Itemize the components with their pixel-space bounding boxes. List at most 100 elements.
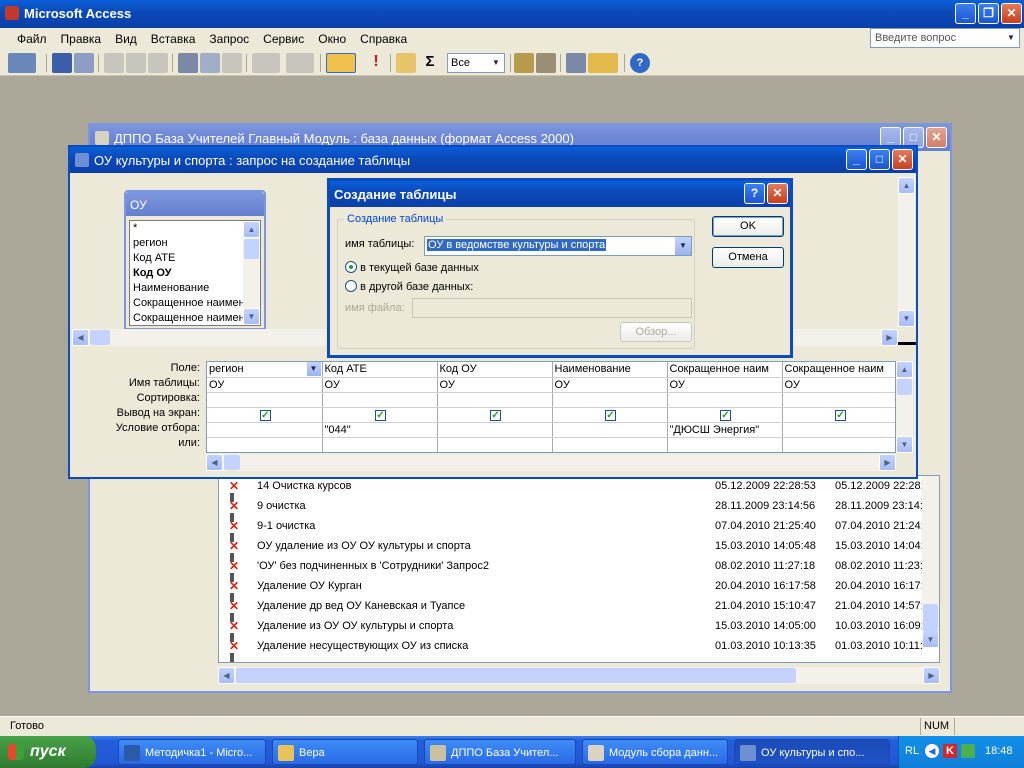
table-pane-vscroll[interactable]: ▲ ▼ (898, 177, 915, 327)
query-list-hscroll[interactable]: ◀ ▶ (218, 667, 940, 684)
query-list-vscroll[interactable]: ▼ (922, 476, 939, 648)
chevron-left-icon[interactable]: ◀ (72, 329, 89, 346)
db-vscroll[interactable] (922, 183, 939, 473)
chevron-down-icon[interactable]: ▼ (243, 308, 260, 325)
grid-cell[interactable] (667, 437, 783, 452)
chevron-right-icon[interactable]: ▶ (879, 454, 896, 471)
menu-view[interactable]: Вид (108, 28, 144, 46)
query-list-item[interactable]: ✕ 14 Очистка курсов 05.12.2009 22:28:53 05.… (219, 476, 929, 502)
menu-insert[interactable]: Вставка (144, 28, 203, 46)
print-icon[interactable] (104, 53, 124, 73)
menu-file[interactable]: Файл (10, 28, 54, 46)
grid-cell[interactable]: регион ▼ (207, 362, 323, 378)
task-database[interactable]: ДППО База Учител... (424, 739, 576, 765)
dialog-close-button[interactable]: ✕ (767, 183, 788, 204)
grid-cell[interactable] (552, 392, 668, 408)
grid-cell[interactable]: "ДЮСШ Энергия" (667, 422, 783, 438)
chevron-up-icon[interactable]: ▲ (243, 221, 260, 238)
search-file-icon[interactable] (74, 53, 94, 73)
menu-tools[interactable]: Сервис (256, 28, 311, 46)
grid-hscroll[interactable]: ◀ ▶ (206, 454, 896, 471)
grid-cell[interactable]: ✓ (782, 407, 895, 423)
grid-cell[interactable] (552, 422, 668, 438)
query-list-item[interactable]: ✕ Удаление ОУ Курган 20.04.2010 16:17:58 20… (219, 576, 924, 602)
field-list-item[interactable]: Сокращенное наимен (130, 311, 244, 325)
start-button[interactable]: пуск (0, 736, 96, 768)
radio-current-db[interactable]: в текущей базе данных (345, 261, 479, 274)
field-list-item[interactable]: Код АТЕ (130, 251, 244, 266)
chevron-down-icon[interactable]: ▼ (898, 310, 915, 327)
file-name-input[interactable] (412, 298, 692, 318)
chevron-left-icon[interactable]: ◀ (206, 454, 223, 471)
field-list-item[interactable]: Код ОУ (130, 266, 244, 281)
task-word[interactable]: Методичка1 - Micro... (118, 739, 266, 765)
show-checkbox[interactable]: ✓ (720, 409, 731, 421)
show-checkbox[interactable]: ✓ (835, 409, 846, 421)
totals-icon[interactable]: Σ (420, 53, 440, 73)
chevron-down-icon[interactable]: ▼ (675, 237, 691, 255)
chevron-up-icon[interactable]: ▲ (896, 361, 913, 378)
minimize-button[interactable]: _ (955, 3, 976, 24)
browse-button[interactable]: Обзор... (620, 322, 692, 342)
properties-icon[interactable] (514, 53, 534, 73)
build-icon[interactable] (536, 53, 556, 73)
new-object-icon[interactable] (588, 53, 618, 73)
show-table-icon[interactable] (396, 53, 416, 73)
field-list-window[interactable]: ОУ * регион Код АТЕ Код ОУ Наименование Сокра… (124, 190, 266, 330)
grid-cell[interactable] (782, 392, 895, 408)
query-type-icon[interactable] (326, 53, 356, 73)
grid-cell[interactable]: ОУ (667, 377, 783, 393)
grid-cell[interactable]: ✓ (207, 407, 323, 423)
scroll-thumb[interactable] (923, 604, 938, 632)
chevron-down-icon[interactable]: ▼ (1003, 29, 1019, 47)
grid-cell[interactable] (207, 437, 323, 452)
show-checkbox[interactable]: ✓ (375, 409, 386, 421)
menu-window[interactable]: Окно (311, 28, 353, 46)
paste-icon[interactable] (222, 53, 242, 73)
grid-cell[interactable]: ОУ (207, 377, 323, 393)
copy-icon[interactable] (200, 53, 220, 73)
radio-button[interactable] (345, 280, 357, 292)
grid-cell[interactable]: ОУ (782, 377, 895, 393)
grid-cell[interactable]: Наименование (552, 362, 668, 378)
chevron-right-icon[interactable]: ▶ (923, 667, 940, 684)
query-list-item[interactable]: ✕ 9 очистка 28.11.2009 23:14:56 28.11.2009 … (219, 496, 929, 522)
radio-other-db[interactable]: в другой базе данных: (345, 280, 473, 293)
chevron-up-icon[interactable]: ▲ (898, 177, 915, 194)
radio-button[interactable] (345, 261, 357, 273)
ok-button[interactable]: OK (712, 216, 784, 237)
menu-edit[interactable]: Правка (54, 28, 109, 46)
chevron-down-icon[interactable]: ▼ (306, 362, 321, 376)
menu-help[interactable]: Справка (353, 28, 414, 46)
grid-cell[interactable] (322, 392, 438, 408)
grid-cell[interactable] (782, 437, 895, 452)
grid-vscroll[interactable]: ▲ ▼ (896, 361, 913, 453)
dialog-help-button[interactable]: ? (744, 183, 765, 204)
query-list-item[interactable]: ✕ 'ОУ' без подчиненных в 'Сотрудники' Зап… (219, 556, 923, 582)
grid-cell[interactable]: Сокращенное наим (667, 362, 783, 378)
grid-cell[interactable] (782, 422, 895, 438)
query-minimize-button[interactable]: _ (846, 149, 867, 170)
query-close-button[interactable]: ✕ (892, 149, 913, 170)
query-list-item[interactable]: ✕ Удаление несуществующих ОУ из списка 01.… (219, 636, 923, 662)
redo-icon[interactable] (286, 53, 314, 73)
grid-cell[interactable]: ✓ (552, 407, 668, 423)
language-indicator[interactable]: RL (905, 745, 919, 757)
save-icon[interactable] (52, 53, 72, 73)
show-checkbox[interactable]: ✓ (490, 409, 501, 421)
help-icon[interactable]: ? (630, 53, 650, 73)
query-maximize-button[interactable]: □ (869, 149, 890, 170)
grid-cell[interactable] (437, 422, 553, 438)
scroll-thumb[interactable] (897, 379, 912, 395)
top-values-select[interactable]: Все ▼ (447, 53, 505, 73)
cancel-button[interactable]: Отмена (712, 247, 784, 268)
access-key-icon[interactable] (5, 6, 19, 20)
field-list-item[interactable]: Наименование (130, 281, 244, 296)
table-name-combo[interactable]: ОУ в ведомстве культуры и спорта ▼ (424, 236, 692, 256)
field-list-vscroll[interactable]: ▲ ▼ (243, 221, 260, 325)
grid-cell[interactable] (437, 392, 553, 408)
grid-cell[interactable] (552, 437, 668, 452)
scroll-thumb[interactable] (90, 330, 110, 345)
query-list-item[interactable]: ✕ Удаление др вед ОУ Каневская и Туапсе 21… (219, 596, 924, 622)
grid-cell[interactable]: "044" (322, 422, 438, 438)
